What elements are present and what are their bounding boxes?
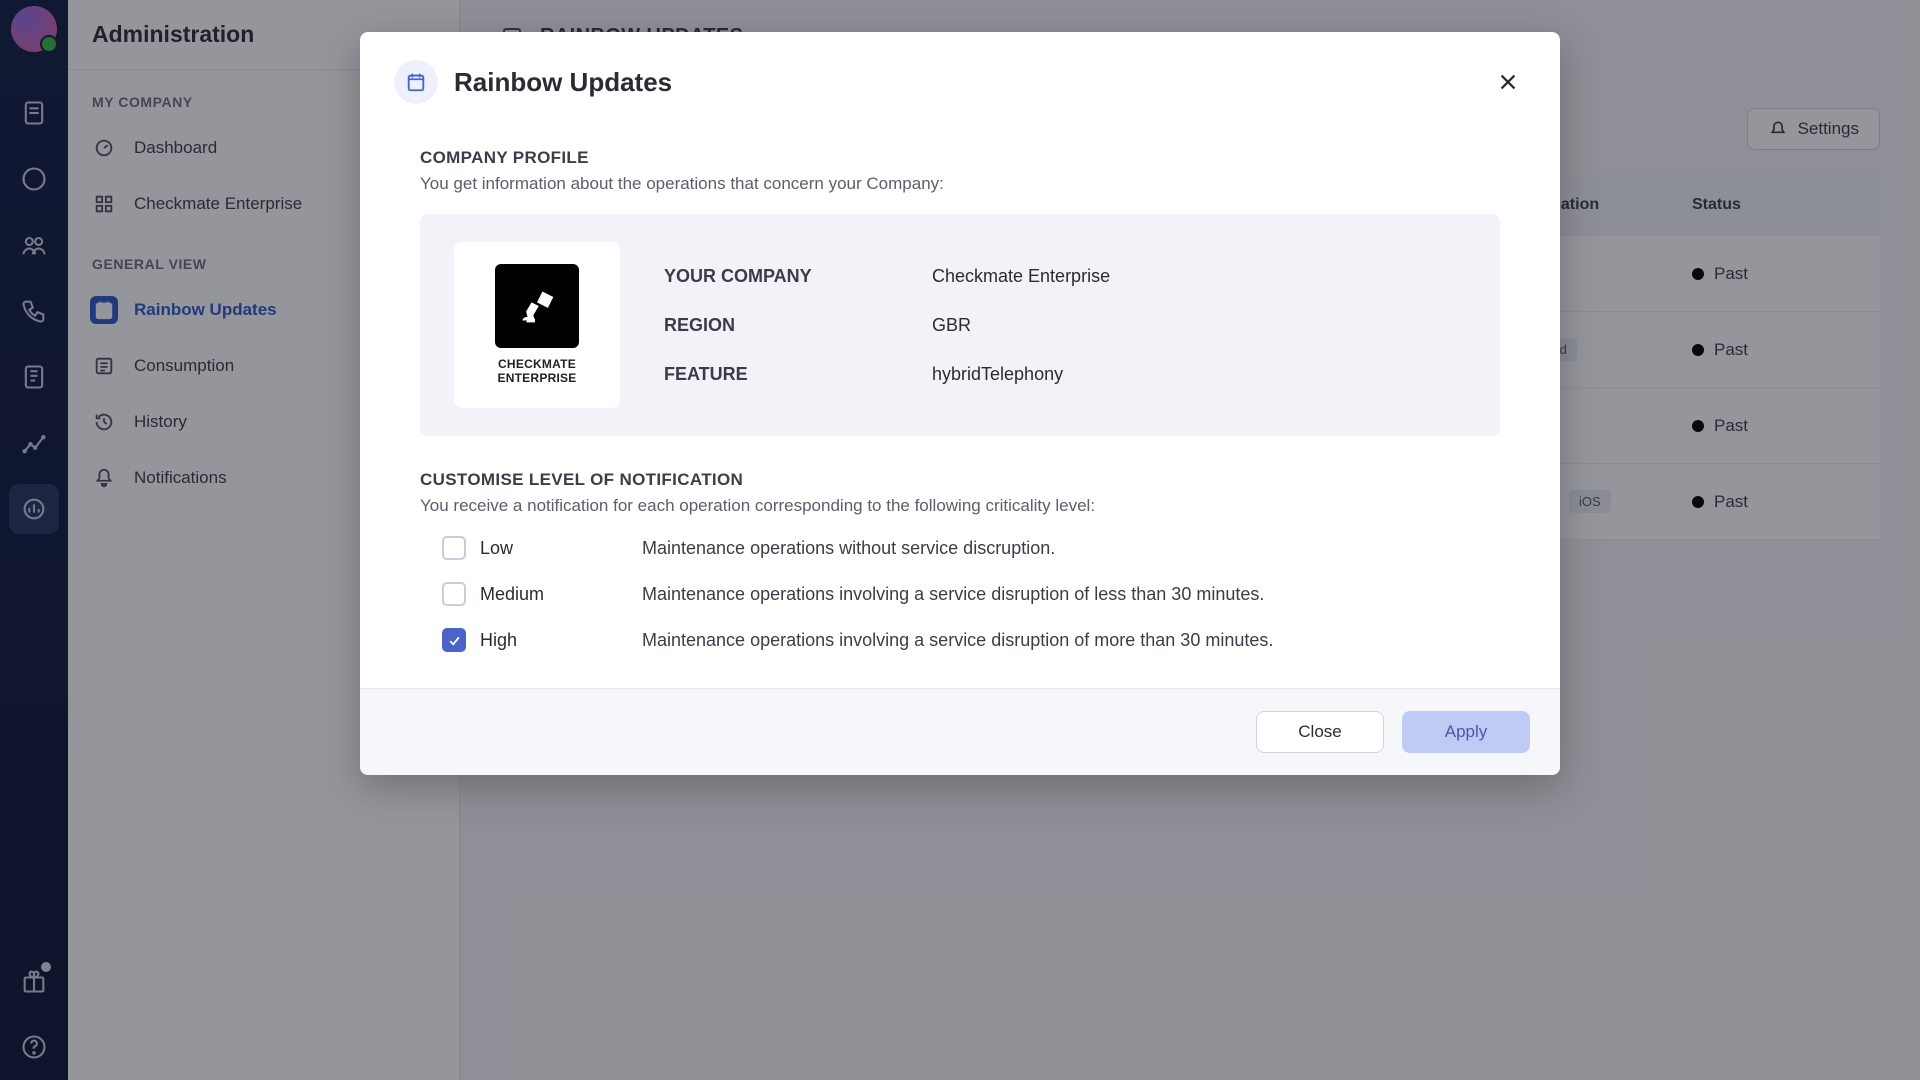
modal-header: Rainbow Updates [360,32,1560,112]
customise-sub: You receive a notification for each oper… [420,496,1500,516]
company-profile-sub: You get information about the operations… [420,174,1500,194]
company-logo: CHECKMATE ENTERPRISE [454,242,620,408]
close-button[interactable]: Close [1256,711,1384,753]
level-low-label: Low [480,538,513,559]
modal-body: COMPANY PROFILE You get information abou… [360,112,1560,688]
region-value: GBR [932,315,1110,336]
close-button-label: Close [1298,722,1341,742]
level-high-desc: Maintenance operations involving a servi… [642,630,1500,651]
company-profile-fields: YOUR COMPANY Checkmate Enterprise REGION… [664,266,1110,385]
customise-heading: CUSTOMISE LEVEL OF NOTIFICATION [420,470,1500,490]
rainbow-updates-modal: Rainbow Updates COMPANY PROFILE You get … [360,32,1560,775]
checkbox-icon[interactable] [442,536,466,560]
level-high[interactable]: High [442,628,642,652]
modal-footer: Close Apply [360,688,1560,775]
chess-icon [495,264,579,348]
level-high-label: High [480,630,517,651]
modal-title: Rainbow Updates [454,67,672,98]
feature-label: FEATURE [664,364,914,385]
level-medium-desc: Maintenance operations involving a servi… [642,584,1500,605]
close-icon[interactable] [1490,64,1526,100]
your-company-label: YOUR COMPANY [664,266,914,287]
level-low-desc: Maintenance operations without service d… [642,538,1500,559]
company-profile-heading: COMPANY PROFILE [420,148,1500,168]
level-low[interactable]: Low [442,536,642,560]
level-medium[interactable]: Medium [442,582,642,606]
your-company-value: Checkmate Enterprise [932,266,1110,287]
level-medium-label: Medium [480,584,544,605]
criticality-levels: Low Maintenance operations without servi… [420,536,1500,652]
checkbox-icon[interactable] [442,582,466,606]
calendar-icon [394,60,438,104]
apply-button[interactable]: Apply [1402,711,1530,753]
company-logo-caption: CHECKMATE ENTERPRISE [497,358,576,386]
apply-button-label: Apply [1445,722,1488,742]
region-label: REGION [664,315,914,336]
feature-value: hybridTelephony [932,364,1110,385]
checkbox-icon[interactable] [442,628,466,652]
company-profile-card: CHECKMATE ENTERPRISE YOUR COMPANY Checkm… [420,214,1500,436]
